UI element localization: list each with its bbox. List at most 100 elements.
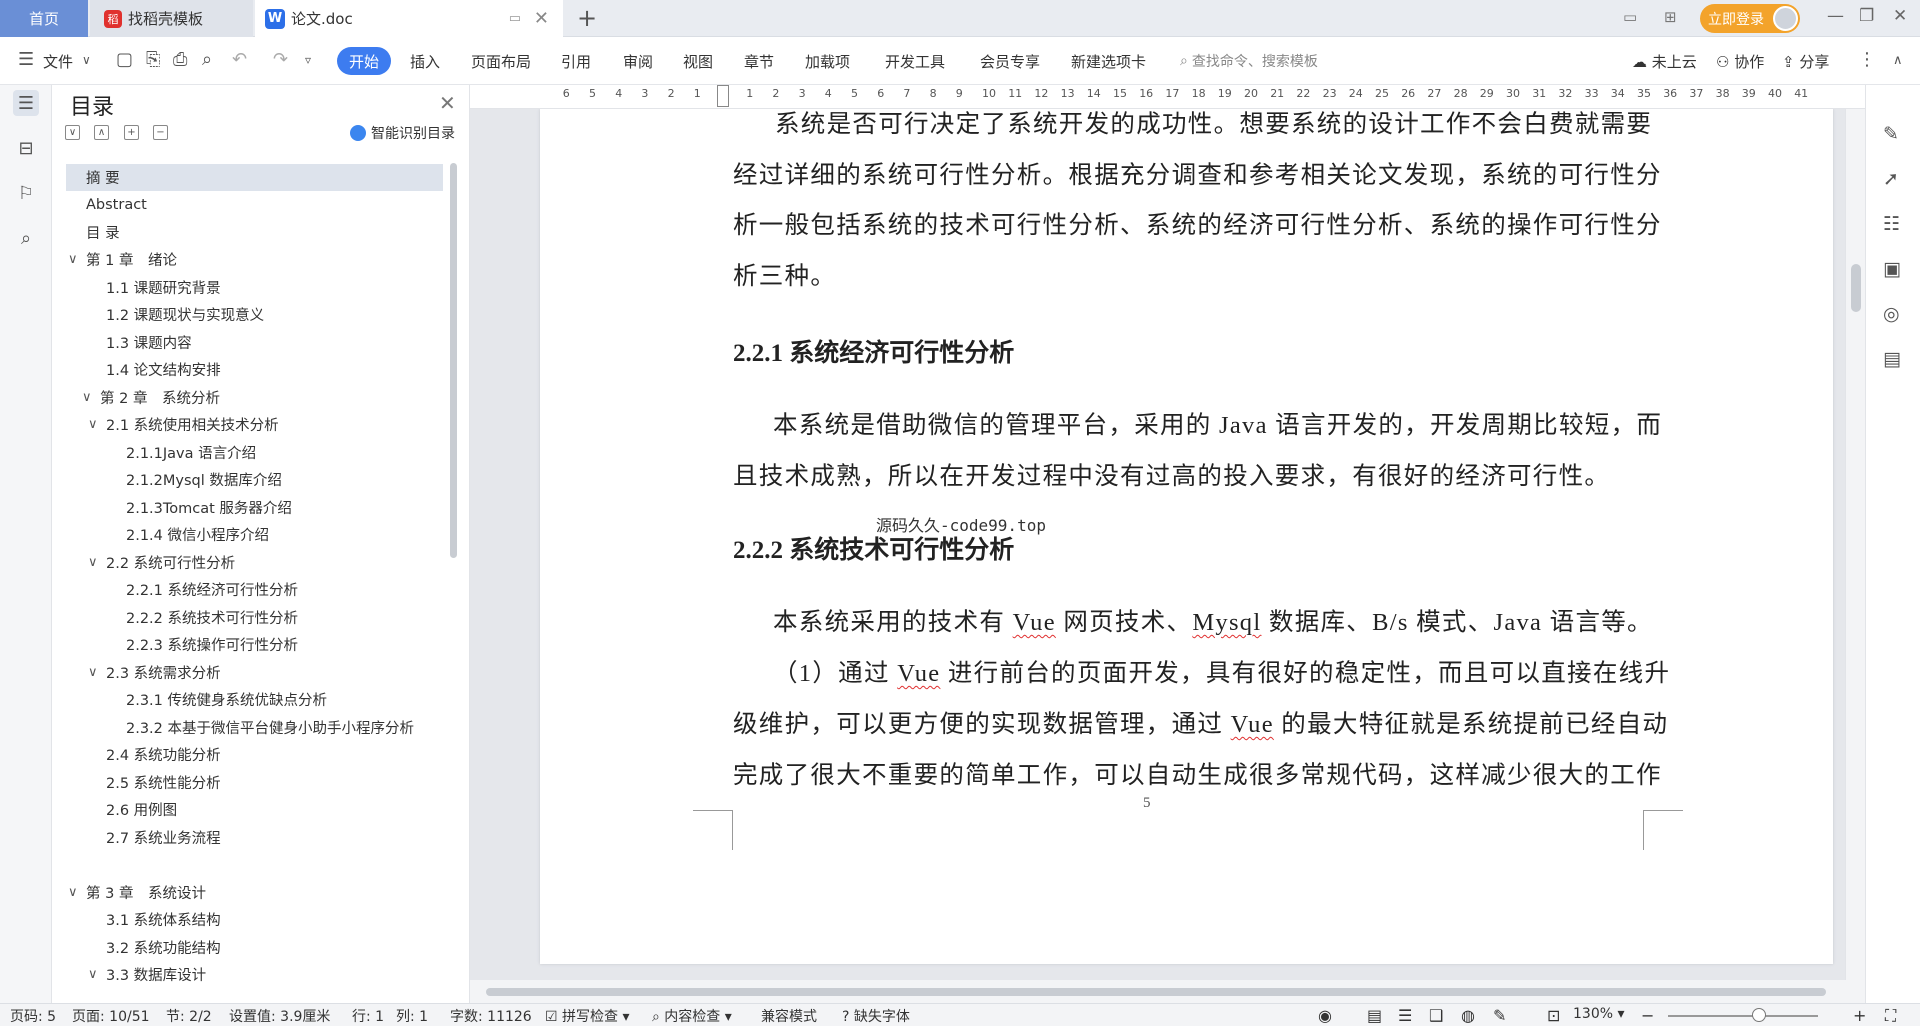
toc-item[interactable]: 2.1.4 微信小程序介绍 xyxy=(66,521,443,549)
toc-caret-icon[interactable]: ∨ xyxy=(82,390,92,405)
toc-item[interactable]: ∨ 第 1 章 绪论 xyxy=(66,246,443,274)
toc-item[interactable]: 1.2 课题现状与实现意义 xyxy=(66,301,443,329)
toc-item[interactable] xyxy=(66,851,443,879)
toc-item[interactable]: 2.2.1 系统经济可行性分析 xyxy=(66,576,443,604)
toc-item[interactable]: ∨ 第 2 章 系统分析 xyxy=(66,384,443,412)
spell-flag[interactable]: Mysql xyxy=(1192,609,1261,636)
status-page[interactable]: 页面: 10/51 xyxy=(72,1006,150,1026)
expand-all-icon[interactable]: ∨ xyxy=(65,125,80,140)
reading-view-icon[interactable]: ❑ xyxy=(1429,1006,1443,1025)
reader-icon[interactable]: ▤ xyxy=(1883,348,1901,370)
reading-mode-icon[interactable]: ▭ xyxy=(1623,8,1637,26)
status-col[interactable]: 列: 1 xyxy=(396,1006,428,1026)
share-button[interactable]: ⇪ 分享 xyxy=(1782,51,1829,72)
grid-apps-icon[interactable]: ⊞ xyxy=(1664,8,1677,26)
tab-member[interactable]: 会员专享 xyxy=(980,51,1040,72)
toc-item[interactable]: ∨ 2.1 系统使用相关技术分析 xyxy=(66,411,443,439)
toc-item[interactable]: Abstract xyxy=(66,191,443,219)
spell-check-button[interactable]: ☑ 拼写检查 ▾ xyxy=(545,1006,630,1026)
remove-heading-icon[interactable]: − xyxy=(153,125,168,140)
write-mode-icon[interactable]: ✎ xyxy=(1493,1006,1506,1025)
close-tab-icon[interactable]: ✕ xyxy=(534,8,549,29)
pen-icon[interactable]: ✎ xyxy=(1883,123,1899,145)
toc-caret-icon[interactable]: ∨ xyxy=(88,665,98,680)
status-page-code[interactable]: 页码: 5 xyxy=(10,1006,56,1026)
toc-item[interactable]: 2.3.1 传统健身系统优缺点分析 xyxy=(66,686,443,714)
toc-item[interactable]: 1.1 课题研究背景 xyxy=(66,274,443,302)
toc-item[interactable]: 2.4 系统功能分析 xyxy=(66,741,443,769)
command-search[interactable]: ⌕ 查找命令、搜索模板 xyxy=(1180,51,1318,71)
zoom-level[interactable]: 130% ▾ xyxy=(1573,1006,1625,1022)
toc-caret-icon[interactable]: ∨ xyxy=(88,417,98,432)
collapse-ribbon-icon[interactable]: ∧ xyxy=(1893,53,1903,68)
pin-icon[interactable]: ▭ xyxy=(509,11,521,26)
export-icon[interactable]: ⎘ xyxy=(146,49,160,70)
toc-item[interactable]: 3.2 系统功能结构 xyxy=(66,934,443,962)
web-view-icon[interactable]: ◍ xyxy=(1461,1006,1475,1025)
status-section[interactable]: 节: 2/2 xyxy=(166,1006,212,1026)
toc-item[interactable]: 2.1.2Mysql 数据库介绍 xyxy=(66,466,443,494)
toc-item[interactable]: 1.4 论文结构安排 xyxy=(66,356,443,384)
eye-protection-icon[interactable]: ◉ xyxy=(1318,1006,1332,1025)
more-dropdown-icon[interactable]: ▿ xyxy=(305,53,311,67)
smart-toc-button[interactable]: 智能识别目录 xyxy=(350,123,455,143)
toc-item[interactable]: 2.1.3Tomcat 服务器介绍 xyxy=(66,494,443,522)
image-tool-icon[interactable]: ▣ xyxy=(1883,258,1901,280)
new-tab-button[interactable]: + xyxy=(575,4,599,32)
toc-item[interactable]: 2.7 系统业务流程 xyxy=(66,824,443,852)
toc-caret-icon[interactable]: ∨ xyxy=(88,967,98,982)
redo-icon[interactable]: ↷ xyxy=(273,49,288,70)
indent-marker[interactable] xyxy=(717,85,729,107)
tab-developer[interactable]: 开发工具 xyxy=(885,51,945,72)
tab-home[interactable]: 首页 xyxy=(0,0,88,37)
cloud-status[interactable]: ☁ 未上云 xyxy=(1632,51,1697,72)
spell-flag[interactable]: Vue xyxy=(1231,711,1274,738)
toc-item[interactable]: ∨ 第 3 章 系统设计 xyxy=(66,879,443,907)
toc-item[interactable]: 摘 要 xyxy=(66,164,443,191)
zoom-slider[interactable] xyxy=(1668,1015,1818,1017)
content-check-button[interactable]: ⌕ 内容检查 ▾ xyxy=(652,1006,732,1026)
save-icon[interactable]: ▢ xyxy=(116,49,133,70)
navigation-icon[interactable]: ⊟ xyxy=(13,135,39,161)
restore-icon[interactable]: ❐ xyxy=(1859,6,1874,26)
toc-item[interactable]: ∨ 2.3 系统需求分析 xyxy=(66,659,443,687)
toc-caret-icon[interactable]: ∨ xyxy=(88,555,98,570)
file-menu[interactable]: 文件 xyxy=(43,51,73,72)
missing-font-button[interactable]: ? 缺失字体 xyxy=(842,1006,910,1026)
add-heading-icon[interactable]: + xyxy=(124,125,139,140)
select-cursor-icon[interactable]: ➚ xyxy=(1883,168,1899,190)
tab-references[interactable]: 引用 xyxy=(561,51,591,72)
page-view-icon[interactable]: ▤ xyxy=(1367,1006,1382,1025)
toc-item[interactable]: 2.3.2 本基于微信平台健身小助手小程序分析 xyxy=(66,714,443,742)
tab-document[interactable]: W 论文.doc ▭ ✕ xyxy=(255,0,563,37)
tab-template[interactable]: 稻 找稻壳模板 xyxy=(90,0,253,37)
horizontal-scrollbar[interactable] xyxy=(470,980,1865,1003)
toc-item[interactable]: 3.1 系统体系结构 xyxy=(66,906,443,934)
zoom-out-icon[interactable]: − xyxy=(1641,1006,1654,1025)
chevron-down-icon[interactable]: ∨ xyxy=(82,53,91,67)
vertical-scrollbar[interactable] xyxy=(1845,109,1865,980)
close-icon[interactable]: ✕ xyxy=(439,91,456,115)
tab-insert[interactable]: 插入 xyxy=(410,51,440,72)
horizontal-scroll-thumb[interactable] xyxy=(486,988,1826,996)
print-icon[interactable]: ⎙ xyxy=(173,49,187,70)
horizontal-ruler[interactable]: 6 5 4 3 2 1 1 2 3 4 5 6 7 8 9 10 11 12 13 14 15 16 17 18 19 20 21 2… xyxy=(470,85,1865,109)
search-panel-icon[interactable]: ⌕ xyxy=(13,225,39,251)
toc-item[interactable]: 2.6 用例图 xyxy=(66,796,443,824)
collab-button[interactable]: ⚇ 协作 xyxy=(1716,51,1764,72)
status-setting[interactable]: 设置值: 3.9厘米 xyxy=(229,1006,330,1026)
tab-review[interactable]: 审阅 xyxy=(623,51,653,72)
outline-view-icon[interactable]: ☰ xyxy=(1398,1006,1412,1025)
more-options-icon[interactable]: ⋮ xyxy=(1858,49,1876,70)
toc-caret-icon[interactable]: ∨ xyxy=(68,252,78,267)
toc-item[interactable]: 2.1.1Java 语言介绍 xyxy=(66,439,443,467)
tab-addins[interactable]: 加载项 xyxy=(805,51,850,72)
toc-item[interactable]: 目 录 xyxy=(66,219,443,247)
toc-item[interactable]: ∨ 2.2 系统可行性分析 xyxy=(66,549,443,577)
toc-item[interactable]: ∨ 3.3 数据库设计 xyxy=(66,961,443,989)
toc-item[interactable]: 2.5 系统性能分析 xyxy=(66,769,443,797)
toc-item[interactable]: 2.2.2 系统技术可行性分析 xyxy=(66,604,443,632)
bookmark-icon[interactable]: ⚐ xyxy=(13,180,39,206)
tab-view[interactable]: 视图 xyxy=(683,51,713,72)
toc-scrollbar[interactable] xyxy=(450,163,457,558)
